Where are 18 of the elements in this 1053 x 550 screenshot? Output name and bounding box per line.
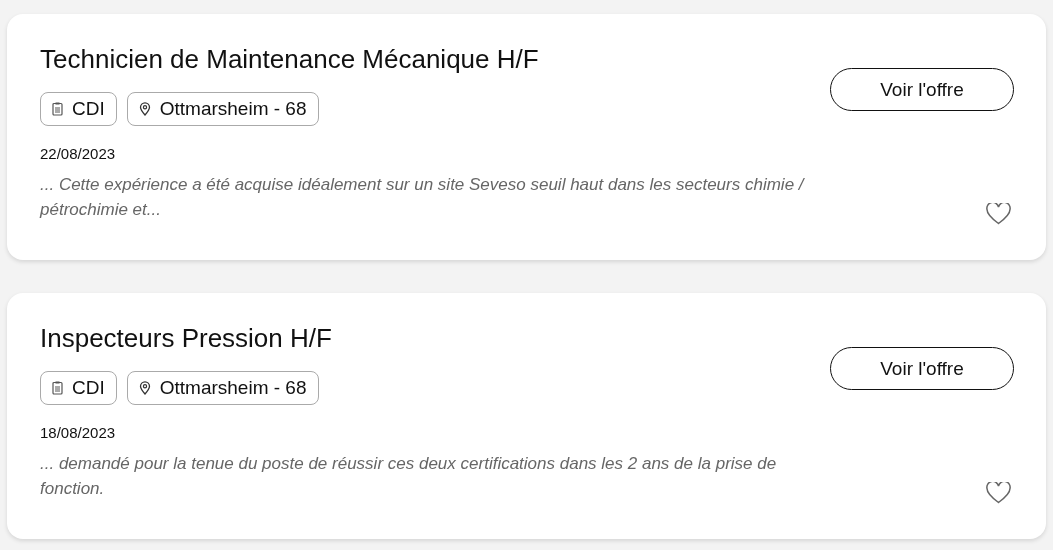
location-tag: Ottmarsheim - 68 [126, 371, 319, 405]
contract-tag: CDI [40, 371, 117, 405]
location-pin-icon [138, 102, 151, 116]
heart-icon[interactable] [986, 482, 1011, 504]
location-pin-icon [138, 381, 151, 395]
contract-tag: CDI [40, 92, 117, 126]
job-title: Inspecteurs Pression H/F [40, 322, 333, 355]
posting-date: 22/08/2023 [40, 145, 117, 162]
location-tag: Ottmarsheim - 68 [126, 92, 319, 126]
document-icon [52, 102, 63, 116]
heart-icon[interactable] [986, 203, 1011, 225]
posting-date: 18/08/2023 [40, 424, 117, 441]
view-offer-button[interactable]: Voir l'offre [830, 68, 1014, 111]
job-excerpt: ... Cette expérience a été acquise idéalement sur un site Seveso seuil haut dans les secteurs chimie / pétrochimie et... [40, 174, 806, 221]
job-title: Technicien de Maintenance Mécanique H/F [40, 43, 540, 76]
document-icon [52, 381, 63, 395]
view-offer-button[interactable]: Voir l'offre [830, 347, 1014, 390]
job-excerpt: ... demandé pour la tenue du poste de réussir ces deux certifications dans les 2 ans de la prise de fonction. [40, 453, 778, 500]
